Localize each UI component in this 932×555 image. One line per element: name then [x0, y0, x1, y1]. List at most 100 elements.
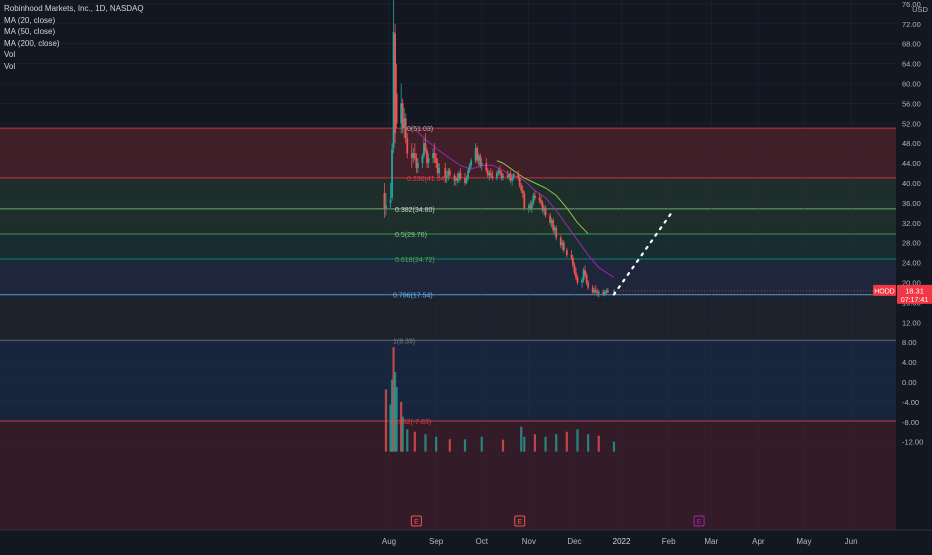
time-axis-tick: Dec	[567, 537, 581, 546]
volume-bar	[448, 439, 451, 452]
volume-bar	[544, 436, 547, 452]
price-badge-countdown: 07:17:41	[901, 297, 928, 304]
time-axis-tick: Nov	[522, 537, 536, 546]
candle-body	[424, 143, 427, 151]
price-axis-tick: -12.00	[902, 438, 923, 447]
candle-body	[576, 277, 579, 283]
volume-bar	[533, 434, 537, 452]
candle-body	[433, 153, 436, 159]
candle-body	[575, 272, 577, 278]
candle-body	[585, 275, 588, 283]
fib-band	[0, 259, 896, 295]
candle-body	[572, 257, 574, 266]
candle-body	[395, 93, 398, 124]
time-axis-tick: May	[796, 537, 811, 546]
volume-bar	[424, 434, 427, 452]
fib-band	[0, 294, 896, 341]
candle-body	[518, 178, 521, 186]
ma20-legend[interactable]: MA (20, close)	[4, 15, 144, 27]
candle-body	[438, 168, 441, 174]
volume-bar	[413, 431, 416, 452]
candle-body	[555, 227, 558, 238]
volume-bar	[384, 389, 388, 452]
fib-level-label: 0.236(41.04)	[407, 176, 447, 183]
price-axis-tick: 72.00	[902, 20, 921, 29]
volume-bar	[406, 429, 409, 452]
volume-bar	[523, 436, 526, 452]
candle-body	[581, 280, 583, 283]
candle-body	[517, 174, 520, 179]
price-axis-tick: 68.00	[902, 40, 921, 49]
volume-bar	[576, 429, 579, 452]
candle-body	[544, 207, 547, 216]
price-axis-tick: 24.00	[902, 259, 921, 268]
time-axis-tick: Feb	[662, 537, 676, 546]
candle-body	[587, 282, 590, 288]
time-axis-tick: 2022	[613, 537, 631, 546]
candle-body	[448, 170, 451, 176]
price-badge-value: 18.31	[905, 286, 924, 295]
candle-body	[406, 138, 409, 154]
fib-band	[0, 208, 896, 234]
chart-container[interactable]: 0(51.03) 0.236(41.04) 0.382(34.80) 0.5(29.7…	[0, 0, 932, 550]
candle-body	[512, 174, 515, 179]
candle-body	[565, 250, 568, 256]
candle-body	[468, 165, 471, 171]
time-axis-tick: Aug	[382, 537, 396, 546]
volume-legend[interactable]: Vol	[4, 49, 144, 61]
price-axis-tick: 8.00	[902, 338, 917, 347]
price-axis-tick: 52.00	[902, 119, 921, 128]
fib-level-label: 0.786(17.54)	[393, 293, 433, 300]
candle-body	[521, 190, 524, 193]
price-axis-tick: 32.00	[902, 219, 921, 228]
price-axis-tick: -4.00	[902, 398, 919, 407]
candle-body	[597, 291, 600, 294]
candle-body	[523, 192, 526, 208]
volume-bar	[597, 435, 600, 452]
price-axis-tick: 0.00	[902, 378, 917, 387]
time-axis-tick: Apr	[752, 537, 765, 546]
candle-body	[470, 160, 472, 166]
price-axis-tick: 4.00	[902, 358, 917, 367]
earnings-marker-label: E	[517, 519, 522, 526]
candle-body	[421, 155, 424, 164]
fib-level-label: 1.382(-7.83)	[393, 419, 431, 426]
time-axis-tick: Sep	[429, 537, 444, 546]
fib-level-label: 0.5(29.76)	[395, 232, 427, 239]
volume-bar	[565, 431, 568, 452]
volume-bar	[501, 439, 505, 452]
candle-body	[562, 242, 565, 251]
price-axis-tick: 64.00	[902, 60, 921, 69]
earnings-marker-label: E	[414, 519, 419, 526]
fib-band	[0, 340, 896, 421]
symbol-title[interactable]: Robinhood Markets, Inc., 1D, NASDAQ	[4, 3, 144, 15]
candle-body	[570, 255, 573, 258]
fib-band	[0, 233, 896, 260]
candle-body	[427, 158, 430, 164]
indicator-legend: Robinhood Markets, Inc., 1D, NASDAQ MA (…	[4, 3, 144, 72]
candle-body	[606, 290, 609, 293]
candle-body	[385, 205, 387, 208]
candle-body	[499, 170, 501, 174]
candle-body	[573, 265, 576, 273]
time-axis-tick: Mar	[704, 537, 718, 546]
candle-body	[485, 163, 488, 171]
price-axis-tick: 60.00	[902, 80, 921, 89]
fib-level-label: 1(8.39)	[393, 338, 415, 345]
ma200-legend[interactable]: MA (200, close)	[4, 38, 144, 50]
earnings-marker-label: E	[697, 519, 702, 526]
ma50-legend[interactable]: MA (50, close)	[4, 26, 144, 38]
volume-bar	[587, 434, 590, 452]
candle-body	[594, 289, 597, 293]
fib-band	[0, 177, 896, 209]
ticker-badge-label: HODD	[874, 288, 895, 295]
volume-legend-2[interactable]: Vol	[4, 61, 144, 73]
price-chart[interactable]: 0(51.03) 0.236(41.04) 0.382(34.80) 0.5(29.7…	[0, 0, 932, 550]
price-axis-tick: 40.00	[902, 179, 921, 188]
candle-body	[465, 178, 468, 183]
time-axis-tick: Oct	[475, 537, 488, 546]
volume-bar	[435, 436, 438, 452]
candle-body	[496, 173, 498, 179]
price-axis-tick: 28.00	[902, 239, 921, 248]
volume-bar	[480, 436, 483, 452]
